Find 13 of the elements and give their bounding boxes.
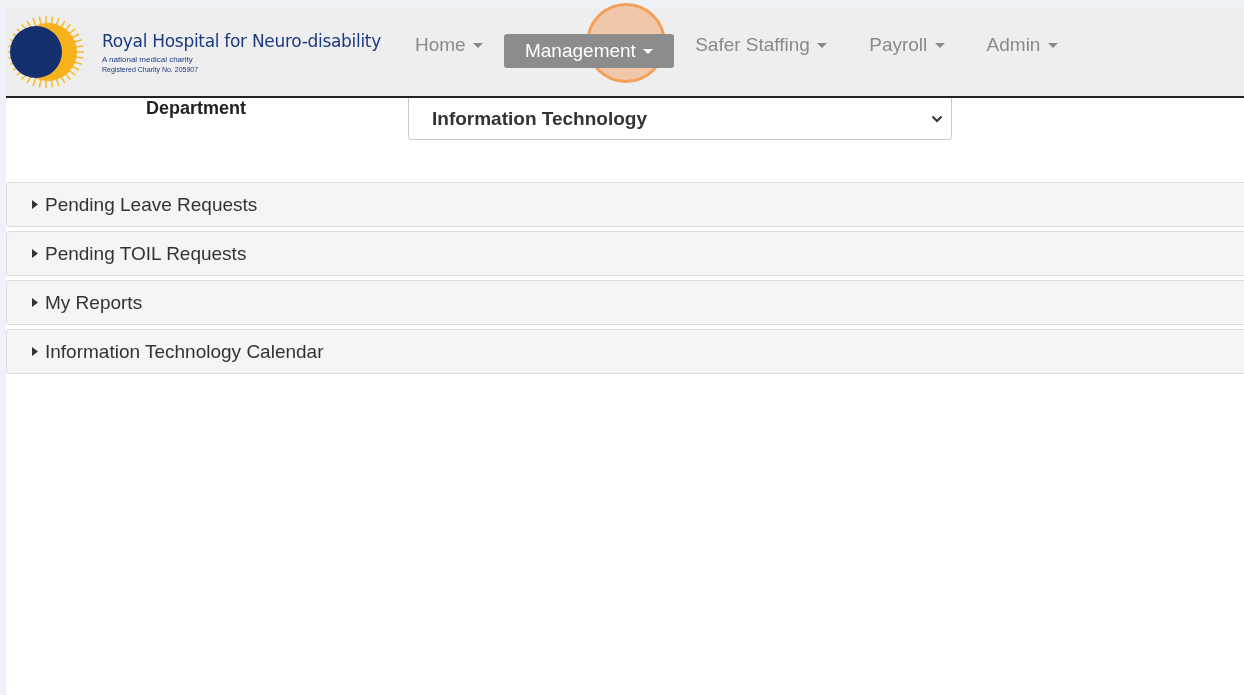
caret-icon [32,347,38,356]
caret-icon [32,298,38,307]
collapsible-panel-header[interactable]: Pending Leave Requests [6,182,1244,227]
caret-icon [32,249,38,258]
collapsible-panel-header[interactable]: Pending TOIL Requests [6,231,1244,276]
brand-name: Royal Hospital for Neuro-disability [102,31,382,51]
department-select[interactable]: Information Technology [408,98,952,140]
collapsible-panel-header[interactable]: Information Technology Calendar [6,329,1244,374]
chevron-down-icon [931,114,943,123]
brand-tagline: A national medical charity [102,55,194,64]
collapsible-panel-header[interactable]: My Reports [6,280,1244,325]
department-label: Department [146,98,248,119]
caret-icon [32,200,38,209]
